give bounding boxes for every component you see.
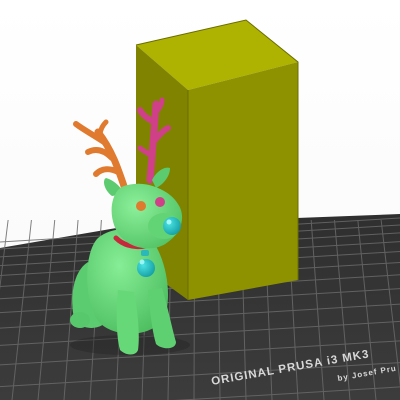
eye-left (136, 201, 146, 211)
eye-right (155, 197, 165, 207)
hind-paw (70, 312, 90, 328)
scene-canvas[interactable]: ORIGINAL PRUSA i3 MK3 by Josef Pru (0, 0, 400, 400)
3d-viewport[interactable]: ORIGINAL PRUSA i3 MK3 by Josef Pru (0, 0, 400, 400)
nose (163, 217, 181, 235)
antler-left (73, 119, 130, 196)
